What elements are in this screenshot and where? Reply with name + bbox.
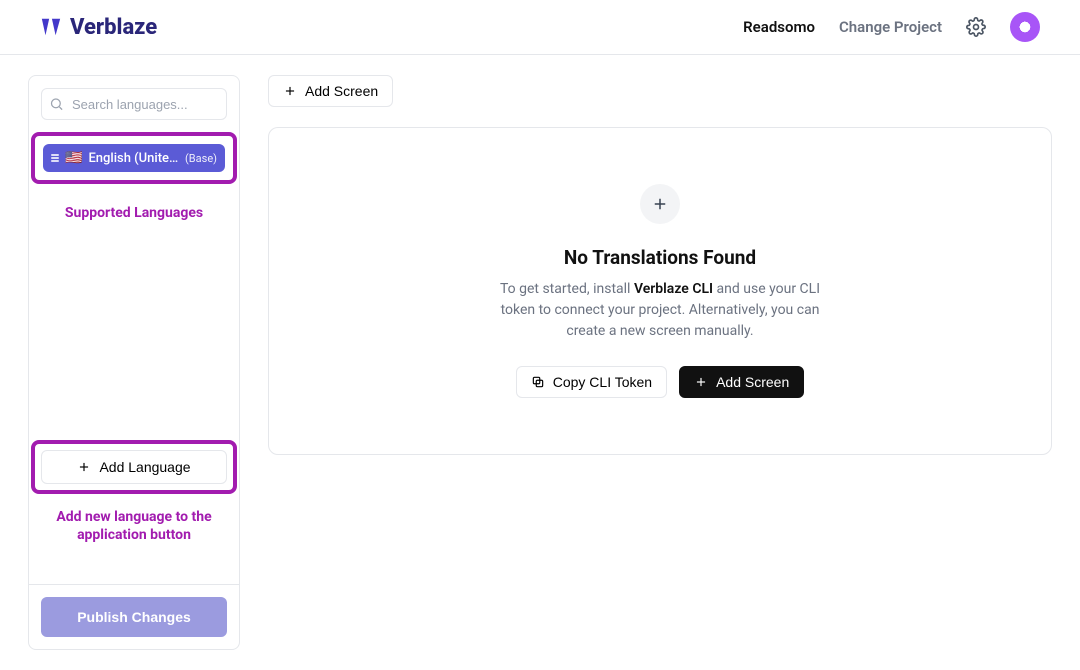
project-name-link[interactable]: Readsomo [743,18,815,36]
change-project-link[interactable]: Change Project [839,18,942,36]
logo-mark-icon [40,16,62,38]
add-language-label: Add Language [99,459,190,475]
drag-handle-icon[interactable] [51,154,59,162]
empty-state-title: No Translations Found [325,246,995,269]
copy-cli-token-label: Copy CLI Token [553,374,652,390]
language-item-base[interactable]: 🇺🇸 English (Unite… (Base) [43,144,225,172]
empty-state-description: To get started, install Verblaze CLI and… [490,279,830,342]
plus-icon [283,84,297,98]
annotation-add-language-label: Add new language to the application butt… [37,508,231,544]
plus-icon [651,195,669,213]
language-base-badge: (Base) [185,152,217,165]
main-content: Add Screen No Translations Found To get … [268,75,1052,455]
plus-icon [77,460,91,474]
empty-state-card: No Translations Found To get started, in… [268,127,1052,455]
empty-state-actions: Copy CLI Token Add Screen [325,366,995,398]
add-language-button[interactable]: Add Language [41,450,227,484]
add-screen-label-empty: Add Screen [716,374,789,390]
brand-logo[interactable]: Verblaze [40,15,157,40]
annotation-supported-languages-box: 🇺🇸 English (Unite… (Base) [31,132,237,184]
language-search-input[interactable] [41,88,227,120]
publish-label: Publish Changes [77,609,191,625]
flag-icon: 🇺🇸 [65,150,82,166]
empty-state-icon-wrap [640,184,680,224]
gear-icon [966,17,986,37]
annotation-add-language-box: Add Language [31,440,237,494]
copy-cli-token-button[interactable]: Copy CLI Token [516,366,667,398]
annotation-supported-languages-label: Supported Languages [37,204,231,222]
language-sidebar: 🇺🇸 English (Unite… (Base) Supported Lang… [28,75,240,650]
add-screen-button-top[interactable]: Add Screen [268,75,393,107]
plus-icon [694,375,708,389]
add-screen-label: Add Screen [305,83,378,99]
brand-name: Verblaze [70,15,157,40]
user-avatar[interactable] [1010,12,1040,42]
add-screen-button-empty[interactable]: Add Screen [679,366,804,398]
search-icon [49,97,64,112]
publish-changes-button[interactable]: Publish Changes [41,597,227,637]
copy-icon [531,375,545,389]
language-name: English (Unite… [88,151,179,166]
settings-button[interactable] [966,17,986,37]
app-header: Verblaze Readsomo Change Project [0,0,1080,55]
